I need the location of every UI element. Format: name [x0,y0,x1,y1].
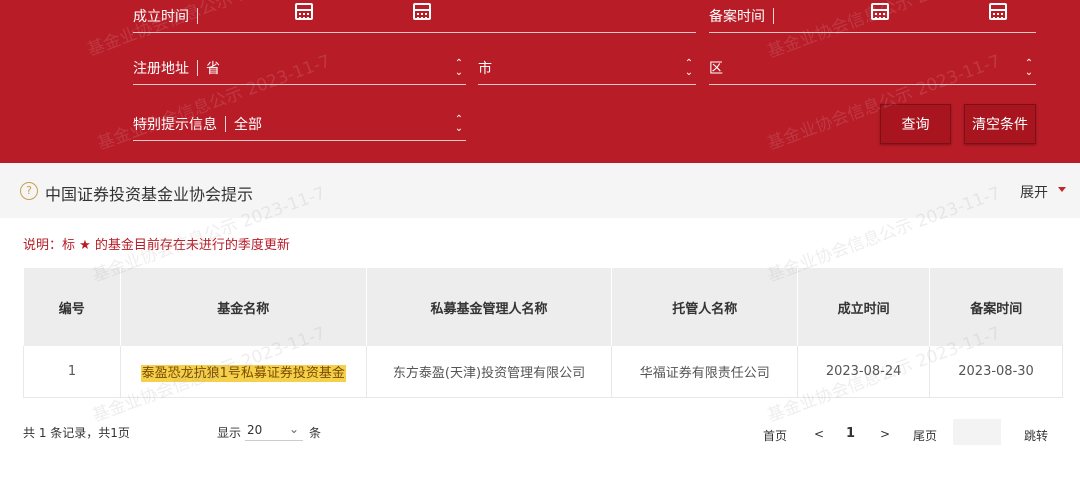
query-button[interactable]: 查询 [880,104,951,144]
clear-button[interactable]: 清空条件 [964,104,1036,144]
cell-custodian: 华福证券有限责任公司 [611,346,799,398]
caret-down-icon[interactable] [1058,187,1066,192]
jump-button[interactable]: 跳转 [1024,427,1048,444]
filter-panel: 成立时间 备案时间 注册地址 省 ⌃ ⌄ 市 ⌃ ⌄ 区 ⌃ ⌄ 特别提示信息 全部 … [0,0,1080,163]
special-notice-select[interactable]: 特别提示信息 全部 ⌃ ⌄ [133,108,466,141]
prev-page-link[interactable]: < [814,427,824,441]
star-note: 说明：标 ★ 的基金目前存在未进行的季度更新 [23,238,290,253]
province-value: 省 [206,61,220,77]
chevron-updown-icon: ⌃ ⌄ [454,114,464,134]
table-header-row: 编号 基金名称 私募基金管理人名称 托管人名称 成立时间 备案时间 [23,268,1063,346]
special-notice-label: 特别提示信息 [133,117,217,133]
record-summary: 共 1 条记录，共1页 [23,426,130,440]
chevron-down-icon: ⌄ [289,422,300,436]
notice-title: 中国证券投资基金业协会提示 [45,185,254,204]
page-size-unit: 条 [309,426,322,440]
cell-establish-date: 2023-08-24 [797,346,931,398]
table-row: 1 泰盈恐龙抗狼1号私募证券投资基金 东方泰盈(天津)投资管理有限公司 华福证券… [23,346,1063,398]
record-date-field[interactable]: 备案时间 [709,0,1036,33]
special-notice-value: 全部 [234,117,262,133]
cell-id: 1 [23,346,121,398]
col-header-record-date: 备案时间 [929,268,1063,346]
col-header-custodian: 托管人名称 [611,268,799,346]
next-page-link[interactable]: > [880,427,890,441]
cell-manager[interactable]: 东方泰盈(天津)投资管理有限公司 [366,346,613,398]
chevron-updown-icon: ⌃ ⌄ [1024,58,1034,78]
calendar-icon[interactable] [295,3,313,20]
city-select[interactable]: 市 ⌃ ⌄ [478,52,696,85]
establish-date-field[interactable]: 成立时间 [133,0,696,33]
address-label: 注册地址 [133,61,189,77]
establish-date-label: 成立时间 [133,9,189,25]
first-page-link[interactable]: 首页 [763,427,787,444]
notice-bar: ? 中国证券投资基金业协会提示 展开 [0,163,1080,218]
question-icon: ? [20,182,38,200]
cell-record-date: 2023-08-30 [929,346,1063,398]
calendar-icon[interactable] [871,3,889,20]
col-header-establish-date: 成立时间 [797,268,931,346]
col-header-manager: 私募基金管理人名称 [366,268,613,346]
district-select[interactable]: 区 ⌃ ⌄ [709,52,1036,85]
province-select[interactable]: 注册地址 省 ⌃ ⌄ [133,52,466,85]
expand-link[interactable]: 展开 [1020,182,1048,202]
current-page[interactable]: 1 [846,426,855,441]
chevron-updown-icon: ⌃ ⌄ [454,58,464,78]
calendar-icon[interactable] [989,3,1007,20]
col-header-fund-name: 基金名称 [120,268,367,346]
page-size-value: 20 [247,423,263,437]
page-size-label: 显示 [217,426,242,440]
page-size-select[interactable]: 20 ⌄ [245,421,303,441]
col-header-id: 编号 [23,268,121,346]
city-value: 市 [478,61,492,77]
district-value: 区 [709,61,723,77]
jump-page-input[interactable] [953,419,1001,445]
last-page-link[interactable]: 尾页 [913,427,937,444]
chevron-updown-icon: ⌃ ⌄ [684,58,694,78]
fund-table: 编号 基金名称 私募基金管理人名称 托管人名称 成立时间 备案时间 1 泰盈恐龙… [23,268,1063,398]
fund-name-link[interactable]: 泰盈恐龙抗狼1号私募证券投资基金 [140,364,346,382]
calendar-icon[interactable] [413,3,431,20]
record-date-label: 备案时间 [709,9,765,25]
